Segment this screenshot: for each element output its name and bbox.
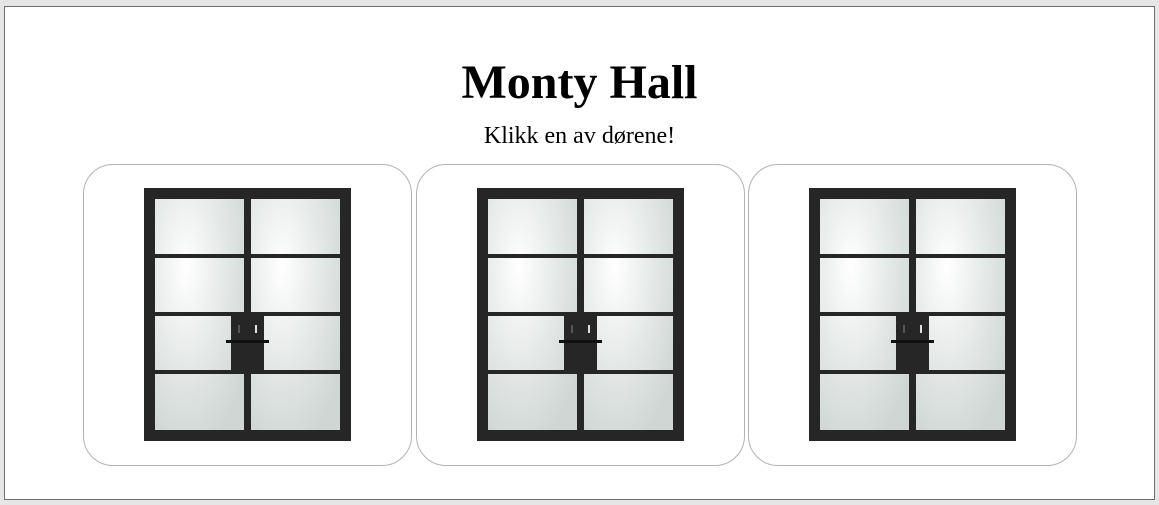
double-glass-door-icon — [477, 188, 684, 441]
door-1-card[interactable] — [83, 164, 412, 466]
door-list — [5, 7, 1154, 499]
door-2-card[interactable] — [416, 164, 745, 466]
app-window: Monty Hall Klikk en av dørene! — [4, 6, 1155, 500]
double-glass-door-icon — [809, 188, 1016, 441]
double-glass-door-icon — [144, 188, 351, 441]
door-3-card[interactable] — [748, 164, 1077, 466]
